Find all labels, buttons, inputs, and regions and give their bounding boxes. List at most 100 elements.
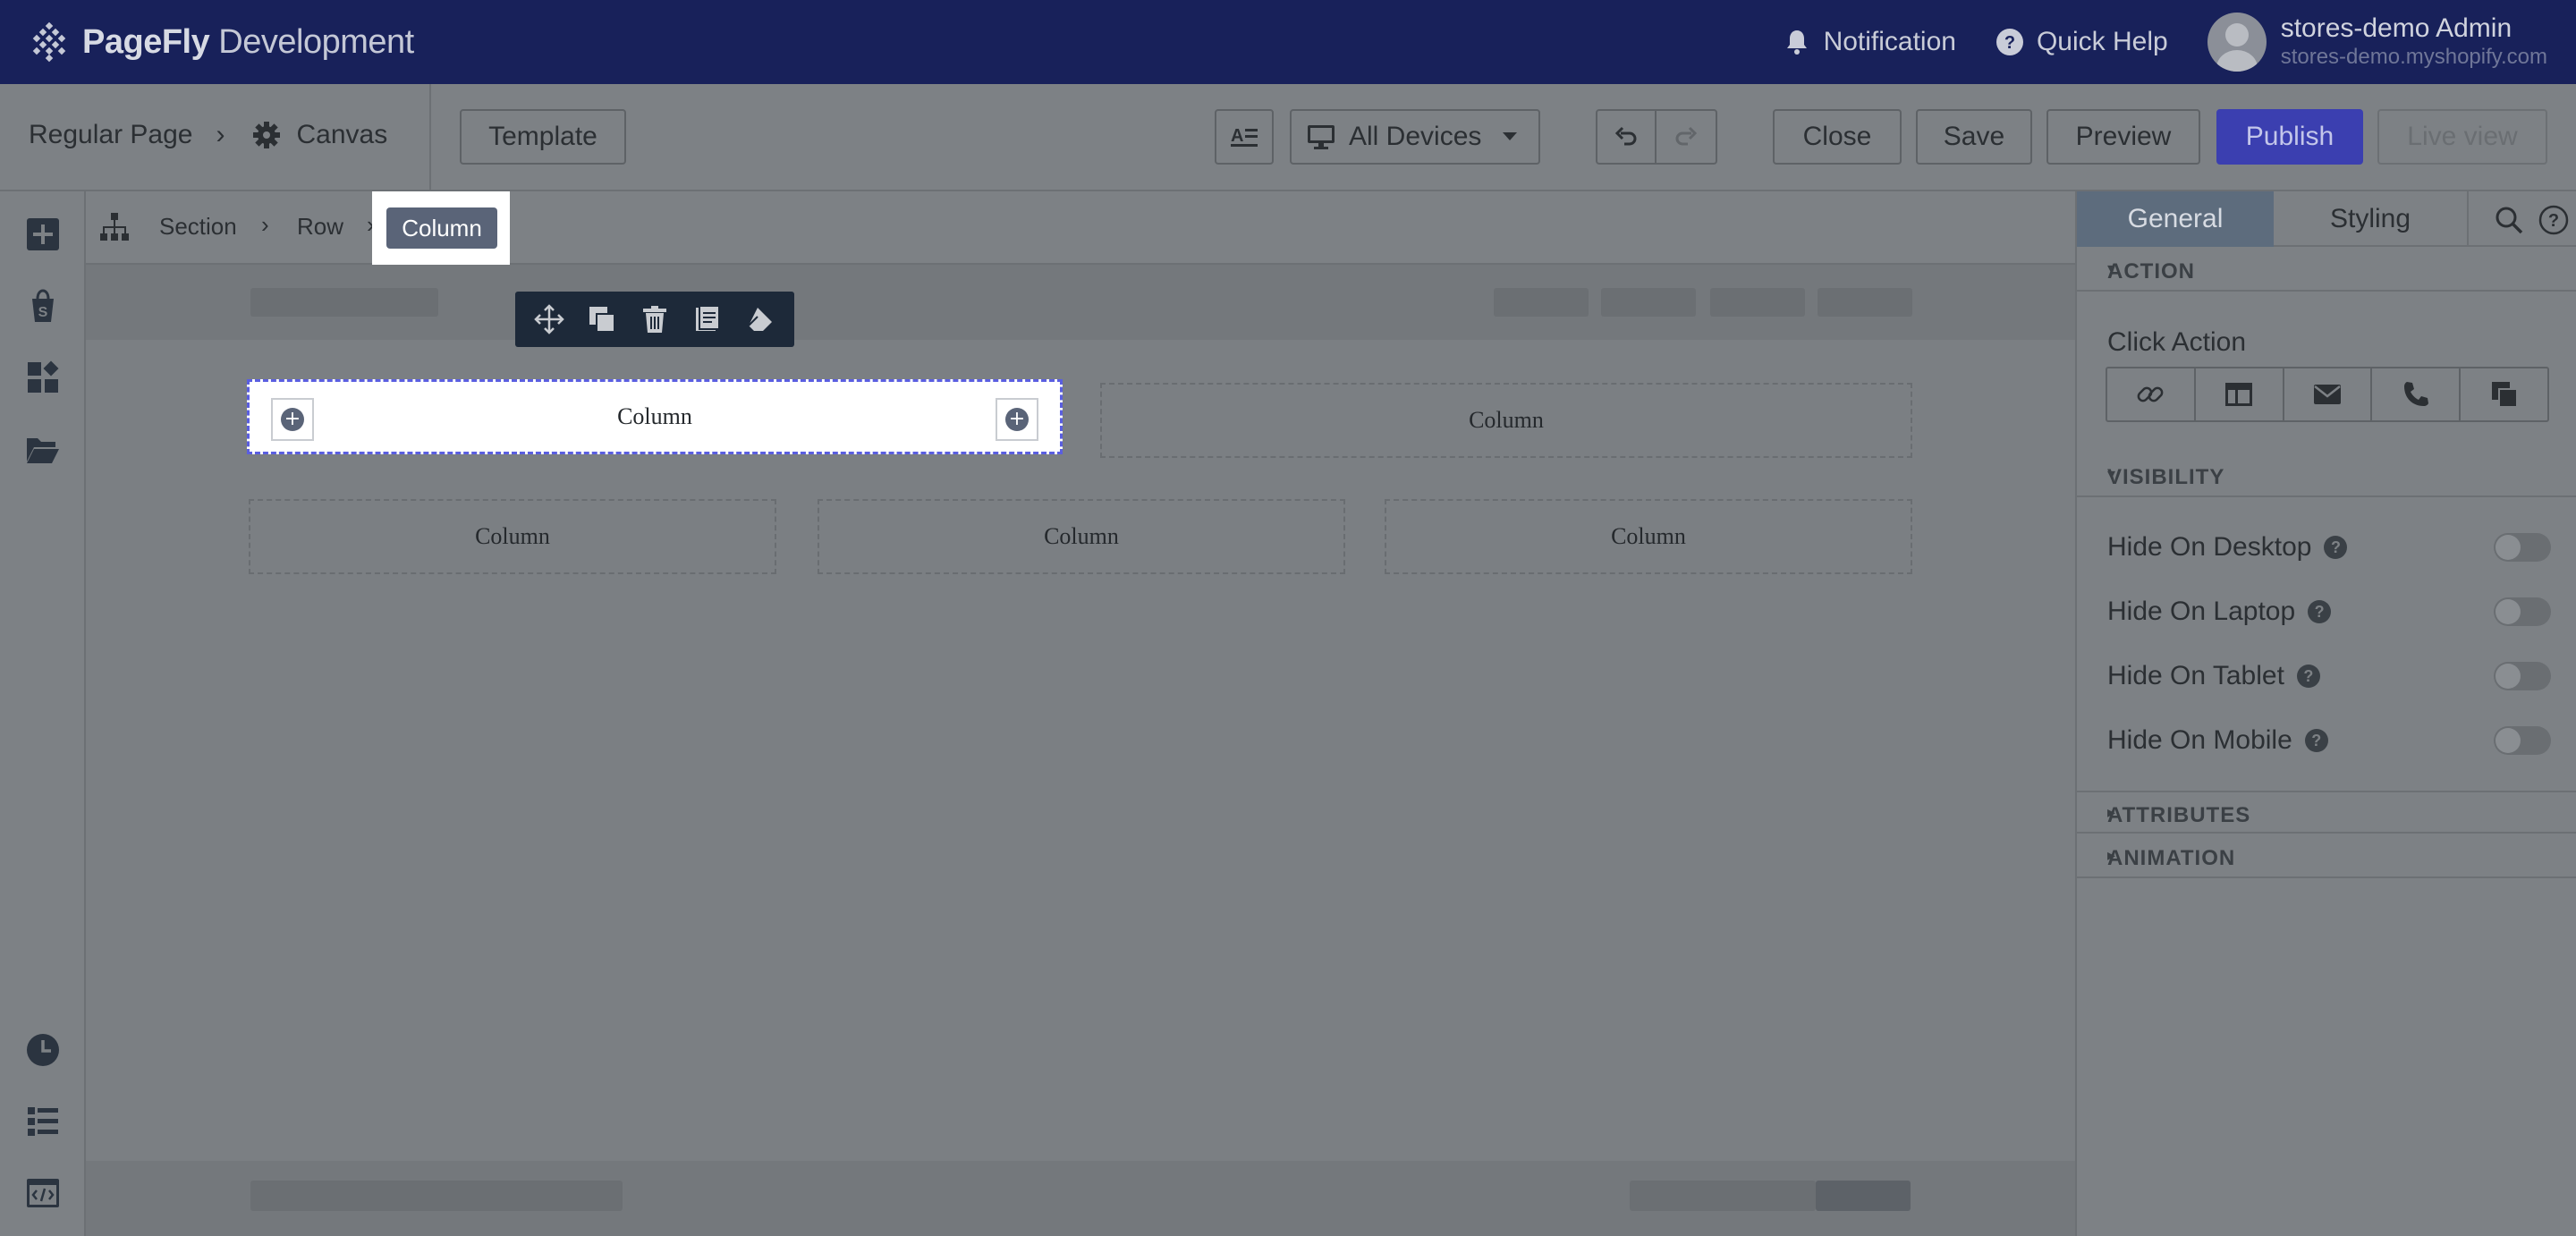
help-icon[interactable]: ? (2324, 536, 2348, 559)
envelope-icon (2313, 385, 2341, 404)
chevron-right-icon: › (261, 211, 269, 238)
phone-action-button[interactable] (2372, 368, 2462, 420)
editor-toolbar: Regular Page › Canvas Template A All Dev… (0, 84, 2576, 191)
animation-section-header[interactable]: ANIMATION ▸ (2077, 835, 2576, 878)
user-name: stores-demo Admin (2280, 13, 2512, 43)
quick-help-link[interactable]: ? Quick Help (1996, 27, 2168, 57)
user-menu[interactable]: stores-demo Admin stores-demo.myshopify.… (2207, 13, 2547, 72)
help-circle-icon: ? (1996, 29, 2023, 55)
column-label: Column (617, 403, 692, 429)
caret-right-icon: ▸ (2107, 803, 2117, 821)
layout-icon (2225, 383, 2253, 406)
save-button[interactable]: Save (1916, 109, 2032, 165)
template-button[interactable]: Template (460, 109, 626, 165)
nav-placeholder (1494, 288, 1589, 317)
header-placeholder (86, 265, 2075, 340)
caret-down-icon (1503, 132, 1517, 140)
footer-text-placeholder (250, 1181, 623, 1211)
logo-placeholder (250, 288, 438, 317)
history-clock-icon[interactable] (25, 1032, 61, 1068)
layers-list-icon[interactable] (25, 1104, 61, 1139)
notification-label: Notification (1823, 27, 1956, 56)
element-breadcrumb: Section › Row › Column (86, 191, 2075, 265)
copy-action-button[interactable] (2461, 368, 2547, 420)
popup-action-button[interactable] (2196, 368, 2284, 420)
column[interactable]: Column (249, 499, 776, 574)
undo-icon (1614, 126, 1637, 146)
email-action-button[interactable] (2284, 368, 2373, 420)
live-view-button[interactable]: Live view (2377, 109, 2547, 165)
text-format-button[interactable]: A (1215, 109, 1274, 165)
quick-help-label: Quick Help (2036, 27, 2168, 56)
visibility-section-header[interactable]: VISIBILITY ▾ (2077, 454, 2576, 497)
device-select[interactable]: All Devices (1290, 109, 1540, 165)
help-icon[interactable]: ? (2308, 600, 2332, 623)
notification-link[interactable]: Notification (1783, 27, 1956, 57)
tab-general[interactable]: General (2077, 191, 2274, 247)
undo-button[interactable] (1597, 111, 1657, 163)
hide-on-mobile-row: Hide On Mobile ? (2107, 723, 2551, 758)
history-buttons (1596, 109, 1717, 165)
hide-on-desktop-label: Hide On Desktop (2107, 532, 2312, 562)
eraser-icon[interactable] (745, 304, 775, 334)
top-bar: PageFly Development Notification ? Quick… (0, 0, 2576, 84)
trash-icon[interactable] (640, 304, 670, 334)
hide-on-tablet-toggle[interactable] (2494, 662, 2551, 690)
preview-label: Preview (2075, 122, 2172, 151)
hide-on-mobile-toggle[interactable] (2494, 726, 2551, 755)
footer-button-placeholder (1816, 1181, 1911, 1211)
column[interactable]: Column (818, 499, 1345, 574)
user-store: stores-demo.myshopify.com (2280, 45, 2547, 69)
sections-icon[interactable] (25, 360, 61, 395)
element-toolbar (515, 292, 794, 347)
column-label: Column (475, 523, 550, 549)
phone-icon (2403, 382, 2428, 406)
hide-on-desktop-toggle[interactable] (2494, 533, 2551, 562)
redo-icon (1675, 126, 1698, 146)
column[interactable]: Column (1100, 383, 1912, 458)
canvas-settings[interactable]: Canvas (251, 120, 387, 150)
shopify-icon[interactable]: S (25, 288, 61, 324)
preview-button[interactable]: Preview (2046, 109, 2200, 165)
duplicate-icon[interactable] (587, 304, 617, 334)
click-action-options (2106, 367, 2549, 422)
pagefly-logo[interactable]: PageFly Development (29, 21, 414, 63)
code-editor-icon[interactable] (25, 1175, 61, 1211)
text-lines-icon: A (1231, 126, 1258, 147)
redo-button[interactable] (1657, 111, 1716, 163)
copy-style-icon[interactable] (692, 304, 723, 334)
help-icon[interactable]: ? (2304, 729, 2328, 752)
link-action-button[interactable] (2107, 368, 2196, 420)
svg-text:S: S (38, 305, 48, 320)
editor-canvas[interactable]: + Column + Column Column Column Column (86, 265, 2075, 1236)
page-type-label[interactable]: Regular Page (29, 120, 192, 150)
column-label: Column (1044, 523, 1119, 549)
tree-structure-icon[interactable] (98, 211, 131, 243)
add-before-button[interactable]: + (271, 398, 314, 441)
breadcrumb-section[interactable]: Section (159, 213, 237, 241)
hide-on-desktop-row: Hide On Desktop ? (2107, 529, 2551, 565)
add-after-button[interactable]: + (996, 398, 1038, 441)
live-view-label: Live view (2407, 122, 2518, 151)
breadcrumb-row[interactable]: Row (297, 213, 343, 241)
add-element-icon[interactable] (25, 216, 61, 252)
save-label: Save (1943, 122, 2005, 151)
help-icon[interactable]: ? (2296, 665, 2320, 688)
attributes-section-header[interactable]: ATTRIBUTES ▸ (2077, 791, 2576, 834)
column-selected[interactable]: + Column + (247, 379, 1063, 454)
help-circle-icon[interactable]: ? (2538, 205, 2569, 235)
action-section-header[interactable]: ACTION ▾ (2077, 249, 2576, 292)
move-icon[interactable] (533, 304, 564, 334)
breadcrumb-column[interactable]: Column (386, 207, 497, 249)
publish-button[interactable]: Publish (2216, 109, 2363, 165)
hide-on-laptop-toggle[interactable] (2494, 597, 2551, 626)
properties-panel: General Styling ? ACTION ▾ Click Action (2075, 191, 2576, 1236)
column-label: Column (1469, 407, 1544, 433)
tab-styling[interactable]: Styling (2274, 191, 2469, 247)
close-button[interactable]: Close (1773, 109, 1902, 165)
click-action-label: Click Action (2107, 327, 2247, 357)
toolbar-divider (429, 84, 431, 191)
column[interactable]: Column (1385, 499, 1912, 574)
folder-open-icon[interactable] (25, 431, 61, 467)
search-icon[interactable] (2494, 205, 2524, 235)
